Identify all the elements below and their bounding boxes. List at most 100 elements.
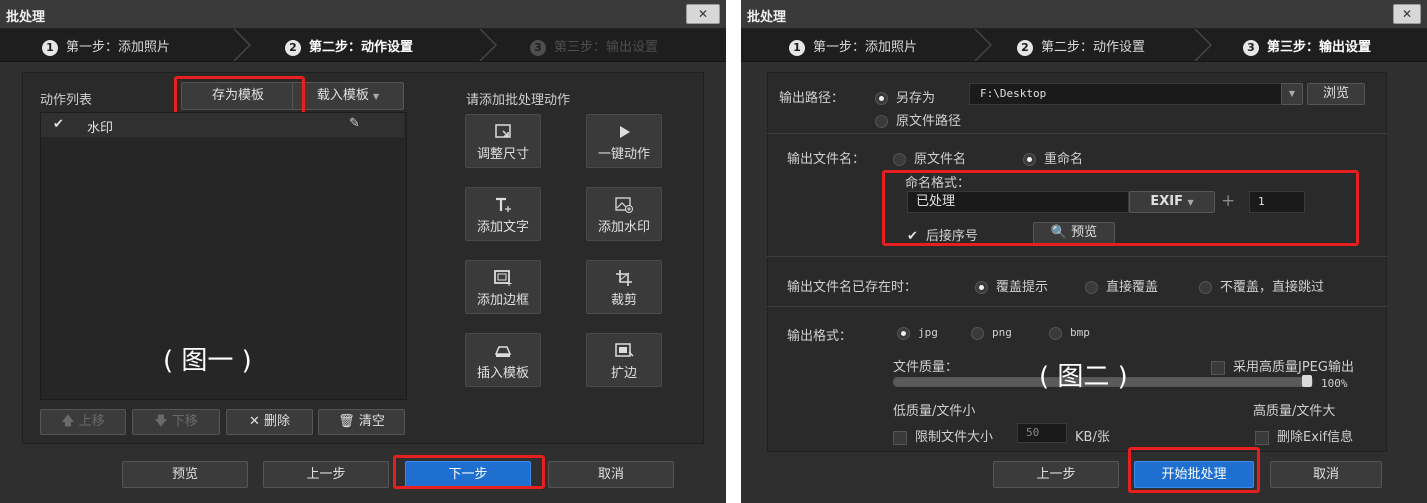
radio-icon <box>1085 281 1098 294</box>
step-label: 第二步：动作设置 <box>309 40 414 55</box>
step-1[interactable]: 1 第一步：添加照片 <box>42 36 170 56</box>
step-label: 第二步：动作设置 <box>1041 40 1146 55</box>
file-exists-label: 输出文件名已存在时： <box>787 280 918 295</box>
rename-label: 重命名 <box>1044 152 1084 167</box>
original-path-label: 原文件路径 <box>896 114 962 129</box>
caption-figure-2: ( 图二 ) <box>1039 362 1128 392</box>
cancel-button[interactable]: 取消 <box>1270 461 1382 488</box>
add-border-button[interactable]: 添加边框 <box>465 260 541 314</box>
quality-label: 文件质量： <box>893 360 959 375</box>
list-item[interactable]: ✔ 水印 ✎ <box>41 113 404 137</box>
chevron-right-icon <box>233 29 252 61</box>
step-number-icon: 2 <box>1017 40 1033 56</box>
delete-button[interactable]: ✕ 删除 <box>226 409 313 435</box>
overwrite-prompt-label: 覆盖提示 <box>996 280 1049 295</box>
browse-button[interactable]: 浏览 <box>1307 83 1365 105</box>
step-1[interactable]: 1 第一步：添加照片 <box>789 36 917 56</box>
add-watermark-button[interactable]: 添加水印 <box>586 187 662 241</box>
step-number-icon: 3 <box>1243 40 1259 56</box>
add-actions-label: 请添加批处理动作 <box>466 93 571 108</box>
divider <box>767 256 1387 257</box>
action-list-label: 动作列表 <box>40 93 93 108</box>
add-watermark-label: 添加水印 <box>597 220 650 235</box>
load-template-button[interactable]: 载入模板 ▼ <box>292 82 404 110</box>
radio-selected-icon <box>1023 153 1036 166</box>
step-label: 第三步：输出设置 <box>1267 40 1372 55</box>
step-number-icon: 1 <box>42 40 58 56</box>
edit-icon[interactable]: ✎ <box>349 116 360 131</box>
chevron-right-icon <box>479 29 498 61</box>
add-text-button[interactable]: 添加文字 <box>465 187 541 241</box>
step-label: 第一步：添加照片 <box>66 40 171 55</box>
action-name: 水印 <box>87 121 114 136</box>
format-jpg-radio[interactable]: jpg <box>897 326 938 340</box>
caption-figure-1: ( 图一 ) <box>163 346 252 376</box>
resize-button[interactable]: 调整尺寸 <box>465 114 541 168</box>
arrow-down-icon: 🡇 <box>154 414 168 429</box>
add-text-label: 添加文字 <box>476 220 529 235</box>
low-quality-label: 低质量/文件小 <box>893 404 976 419</box>
move-down-button[interactable]: 🡇 下移 <box>132 409 220 435</box>
limit-size-checkbox[interactable]: 限制文件大小 <box>893 426 993 445</box>
batch-dialog-step2: 批处理 ✕ 1 第一步：添加照片 2 第二步：动作设置 3 第三步：输出设置 动作列表… <box>0 0 726 503</box>
original-name-radio[interactable]: 原文件名 <box>893 148 966 167</box>
radio-selected-icon <box>875 92 888 105</box>
close-button[interactable]: ✕ <box>686 4 720 24</box>
insert-template-button[interactable]: 插入模板 <box>465 333 541 387</box>
radio-icon <box>1049 326 1062 340</box>
batch-dialog-step3: 批处理 ✕ 1 第一步：添加照片 2 第二步：动作设置 3 第三步：输出设置 输出路径… <box>741 0 1427 503</box>
overwrite-prompt-radio[interactable]: 覆盖提示 <box>975 276 1048 295</box>
quality-percent: 100% <box>1321 377 1348 390</box>
format-bmp-radio[interactable]: bmp <box>1049 326 1090 340</box>
step-number-icon: 1 <box>789 40 805 56</box>
limit-size-input[interactable]: 50 <box>1017 423 1067 443</box>
one-click-action-button[interactable]: 一键动作 <box>586 114 662 168</box>
crop-label: 裁剪 <box>610 293 637 308</box>
output-path-input[interactable]: F:\Desktop <box>969 83 1297 105</box>
limit-size-unit: KB/张 <box>1075 430 1110 445</box>
close-button[interactable]: ✕ <box>1393 4 1421 24</box>
quality-slider-thumb[interactable] <box>1302 375 1312 387</box>
high-quality-jpeg-label: 采用高质量JPEG输出 <box>1233 360 1354 375</box>
format-png-radio[interactable]: png <box>971 326 1012 340</box>
rename-radio[interactable]: 重命名 <box>1023 148 1083 167</box>
arrow-up-icon: 🡅 <box>61 414 75 429</box>
step-3[interactable]: 3 第三步：输出设置 <box>530 36 658 56</box>
save-as-radio[interactable]: 另存为 <box>875 87 935 106</box>
chevron-down-icon: ▼ <box>1288 89 1296 98</box>
previous-step-button[interactable]: 上一步 <box>993 461 1119 488</box>
step-2[interactable]: 2 第二步：动作设置 <box>285 36 413 56</box>
original-path-radio[interactable]: 原文件路径 <box>875 110 961 129</box>
crop-button[interactable]: 裁剪 <box>586 260 662 314</box>
highlight-start-batch <box>1128 447 1260 493</box>
limit-size-label: 限制文件大小 <box>915 430 994 445</box>
resize-icon <box>495 124 511 138</box>
step-2[interactable]: 2 第二步：动作设置 <box>1017 36 1145 56</box>
step-3[interactable]: 3 第三步：输出设置 <box>1243 36 1371 56</box>
path-dropdown-button[interactable]: ▼ <box>1281 83 1303 105</box>
add-text-icon <box>496 197 511 212</box>
preview-button[interactable]: 预览 <box>122 461 248 488</box>
expand-edge-button[interactable]: 扩边 <box>586 333 662 387</box>
skip-radio[interactable]: 不覆盖，直接跳过 <box>1199 276 1324 295</box>
clear-button[interactable]: 🗑 清空 <box>318 409 405 435</box>
output-filename-label: 输出文件名： <box>787 152 866 167</box>
delete-exif-label: 删除Exif信息 <box>1277 430 1354 445</box>
high-quality-label: 高质量/文件大 <box>1253 404 1336 419</box>
check-icon[interactable]: ✔ <box>53 117 64 132</box>
delete-exif-checkbox[interactable]: 删除Exif信息 <box>1255 426 1353 445</box>
previous-step-button[interactable]: 上一步 <box>263 461 389 488</box>
output-settings-area <box>767 72 1387 452</box>
high-quality-jpeg-checkbox[interactable]: 采用高质量JPEG输出 <box>1211 356 1354 375</box>
step-label: 第三步：输出设置 <box>554 40 659 55</box>
expand-edge-icon <box>615 343 634 357</box>
overwrite-direct-radio[interactable]: 直接覆盖 <box>1085 276 1158 295</box>
steps-bar: 1 第一步：添加照片 2 第二步：动作设置 3 第三步：输出设置 <box>741 29 1427 62</box>
original-name-label: 原文件名 <box>914 152 967 167</box>
checkbox-icon <box>1255 430 1269 445</box>
cancel-button[interactable]: 取消 <box>548 461 674 488</box>
output-format-label: 输出格式： <box>787 329 853 344</box>
dialog-title: 批处理 <box>747 10 787 25</box>
play-icon <box>620 126 630 138</box>
move-up-button[interactable]: 🡅 上移 <box>40 409 126 435</box>
